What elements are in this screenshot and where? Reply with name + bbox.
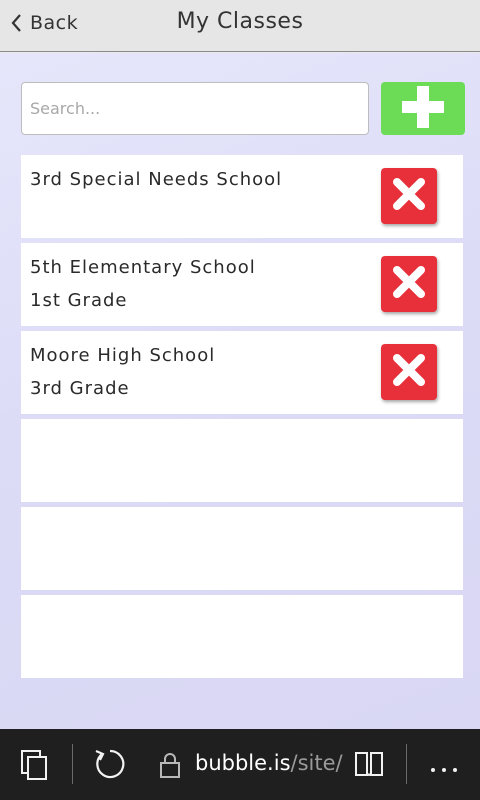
list-item-empty — [21, 595, 463, 678]
more-icon — [430, 759, 458, 778]
school-name: 3rd Special Needs School — [30, 169, 283, 190]
plus-icon — [400, 84, 446, 134]
list-item-empty — [21, 507, 463, 590]
list-item: 5th Elementary School 1st Grade — [21, 243, 463, 326]
tabs-icon — [20, 750, 50, 785]
close-x-icon — [389, 174, 429, 218]
tabs-button[interactable] — [20, 749, 50, 785]
delete-class-button[interactable] — [381, 344, 437, 400]
list-item: Moore High School 3rd Grade — [21, 331, 463, 414]
grade-label: 1st Grade — [30, 290, 128, 311]
lock-button[interactable] — [158, 751, 182, 783]
class-list: 3rd Special Needs School 5th Elementary … — [21, 155, 463, 683]
reading-view-button[interactable] — [353, 749, 385, 783]
close-x-icon — [389, 350, 429, 394]
toolbar-divider — [72, 744, 73, 784]
top-bar: Back My Classes — [0, 0, 480, 52]
close-x-icon — [389, 262, 429, 306]
delete-class-button[interactable] — [381, 256, 437, 312]
browser-toolbar: bubble.is/site/ — [0, 729, 480, 800]
more-button[interactable] — [430, 759, 458, 778]
book-icon — [353, 752, 385, 783]
delete-class-button[interactable] — [381, 168, 437, 224]
address-bar[interactable]: bubble.is/site/ — [195, 751, 343, 775]
lock-icon — [158, 753, 182, 783]
add-class-button[interactable] — [381, 82, 465, 135]
list-item: 3rd Special Needs School — [21, 155, 463, 238]
url-path: /site/ — [290, 751, 343, 775]
refresh-icon — [92, 749, 128, 786]
toolbar-divider — [406, 744, 407, 784]
refresh-button[interactable] — [92, 746, 128, 786]
school-name: Moore High School — [30, 345, 216, 366]
list-item-empty — [21, 419, 463, 502]
search-input[interactable] — [21, 82, 369, 135]
page-title: My Classes — [176, 9, 304, 34]
url-domain: bubble.is — [195, 751, 291, 775]
content-area: 3rd Special Needs School 5th Elementary … — [0, 53, 480, 729]
grade-label: 3rd Grade — [30, 378, 130, 399]
school-name: 5th Elementary School — [30, 257, 256, 278]
